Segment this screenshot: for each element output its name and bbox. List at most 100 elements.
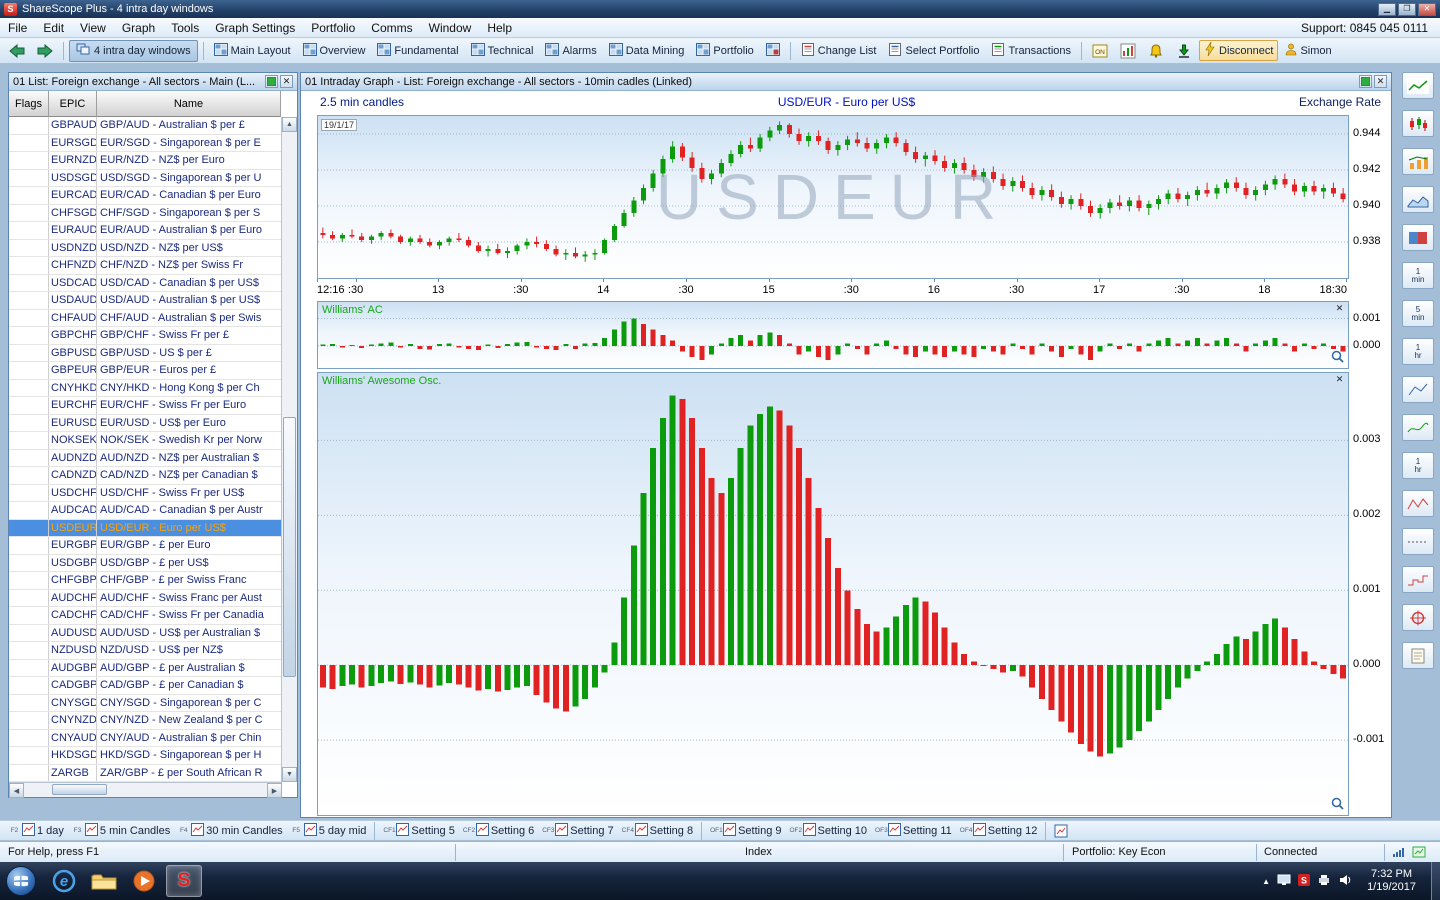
line-study-tool[interactable] <box>1402 376 1434 403</box>
layout-grid-button[interactable] <box>761 40 785 61</box>
list-row[interactable]: USDEUR USD/EUR - Euro per US$ <box>9 519 297 537</box>
intraday-on-button[interactable]: ON <box>1087 40 1113 61</box>
horizontal-scrollbar[interactable]: ◀ ▶ <box>9 782 282 798</box>
transactions-button[interactable]: Transactions <box>986 40 1076 61</box>
list-row[interactable]: CNYAUD CNY/AUD - Australian $ per Chin <box>9 729 297 747</box>
interval-1min-tool[interactable]: 1 min <box>1402 262 1434 289</box>
candlestick-chart[interactable]: USDEUR 19/1/17 <box>317 115 1349 279</box>
candlestick-tool[interactable] <box>1402 110 1434 137</box>
setting-button-6[interactable]: CF2 Setting 6 <box>460 822 537 840</box>
column-header-flags[interactable]: Flags <box>9 91 49 117</box>
setting-button-3[interactable]: F4 30 min Candles <box>175 822 285 840</box>
overview-button[interactable]: Overview <box>298 40 371 61</box>
scrollbar-thumb[interactable] <box>283 417 296 677</box>
setting-button-9[interactable]: OF1 Setting 9 <box>707 822 784 840</box>
setting-button-5[interactable]: CF1 Setting 5 <box>380 822 457 840</box>
close-button[interactable]: ✕ <box>1418 2 1436 16</box>
user-button[interactable]: Simon <box>1280 40 1336 61</box>
list-row[interactable]: GBPAUD GBP/AUD - Australian $ per £ <box>9 117 297 135</box>
list-row[interactable]: EURUSD EUR/USD - US$ per Euro <box>9 414 297 432</box>
list-row[interactable]: ZARGB ZAR/GBP - £ per South African R <box>9 764 297 782</box>
menu-graph[interactable]: Graph <box>114 18 163 37</box>
fundamental-button[interactable]: Fundamental <box>372 40 463 61</box>
setting-button-1[interactable]: F2 1 day <box>6 822 67 840</box>
list-row[interactable]: HKDSGD HKD/SGD - Singaporean $ per H <box>9 747 297 765</box>
menu-graph-settings[interactable]: Graph Settings <box>207 18 303 37</box>
menu-edit[interactable]: Edit <box>35 18 72 37</box>
close-indicator-icon[interactable]: ✕ <box>1334 303 1345 314</box>
sharescope-taskbar-icon[interactable]: S <box>166 865 202 897</box>
list-row[interactable]: AUDNZD AUD/NZD - NZ$ per Australian $ <box>9 449 297 467</box>
list-row[interactable]: CNYNZD CNY/NZD - New Zealand $ per C <box>9 712 297 730</box>
setting-button-2[interactable]: F3 5 min Candles <box>69 822 173 840</box>
setting-button-8[interactable]: CF4 Setting 8 <box>619 822 696 840</box>
list-row[interactable]: AUDUSD AUD/USD - US$ per Australian $ <box>9 624 297 642</box>
list-row[interactable]: USDGBP USD/GBP - £ per US$ <box>9 554 297 572</box>
list-row[interactable]: USDNZD USD/NZD - NZ$ per US$ <box>9 239 297 257</box>
list-row[interactable]: EURSGD EUR/SGD - Singaporean $ per E <box>9 134 297 152</box>
trend-line-tool[interactable] <box>1402 490 1434 517</box>
williams-ac-panel[interactable]: Williams' AC ✕ <box>317 301 1349 369</box>
alarms-button[interactable]: Alarms <box>540 40 601 61</box>
interval-1hr-tool[interactable]: 1 hr <box>1402 338 1434 365</box>
list-row[interactable]: EURGBP EUR/GBP - £ per Euro <box>9 537 297 555</box>
internet-explorer-icon[interactable]: e <box>46 865 82 897</box>
list-row[interactable]: AUDCAD AUD/CAD - Canadian $ per Austr <box>9 502 297 520</box>
price-history-button[interactable] <box>1115 40 1141 61</box>
scroll-left-icon[interactable]: ◀ <box>9 783 24 798</box>
main-layout-button[interactable]: Main Layout <box>209 40 296 61</box>
volume-icon[interactable] <box>1338 874 1352 889</box>
dotted-line-tool[interactable] <box>1402 528 1434 555</box>
layout-link-icon[interactable] <box>265 75 278 88</box>
graph-design-button[interactable] <box>1051 822 1071 840</box>
magnifier-icon[interactable] <box>1331 797 1344 813</box>
list-row[interactable]: CNYSGD CNY/SGD - Singaporean $ per C <box>9 694 297 712</box>
line-chart-tool[interactable] <box>1402 72 1434 99</box>
setting-button-10[interactable]: OF2 Setting 10 <box>787 822 871 840</box>
list-row[interactable]: USDSGD USD/SGD - Singaporean $ per U <box>9 169 297 187</box>
list-row[interactable]: EURNZD EUR/NZD - NZ$ per Euro <box>9 152 297 170</box>
list-row[interactable]: EURAUD EUR/AUD - Australian $ per Euro <box>9 222 297 240</box>
menu-tools[interactable]: Tools <box>163 18 207 37</box>
list-row[interactable]: AUDCHF AUD/CHF - Swiss Franc per Aust <box>9 589 297 607</box>
list-row[interactable]: CADCHF CAD/CHF - Swiss Fr per Canadia <box>9 607 297 625</box>
menu-view[interactable]: View <box>72 18 114 37</box>
show-desktop-button[interactable] <box>1431 862 1440 900</box>
disconnect-button[interactable]: Disconnect <box>1199 40 1279 61</box>
list-row[interactable]: CHFSGD CHF/SGD - Singaporean $ per S <box>9 204 297 222</box>
menu-help[interactable]: Help <box>479 18 520 37</box>
setting-button-7[interactable]: CF3 Setting 7 <box>539 822 616 840</box>
list-row[interactable]: CNYHKD CNY/HKD - Hong Kong $ per Ch <box>9 379 297 397</box>
step-chart-tool[interactable] <box>1402 566 1434 593</box>
hourly-chart-tool[interactable]: 1 hr <box>1402 452 1434 479</box>
list-row[interactable]: USDCHF USD/CHF - Swiss Fr per US$ <box>9 484 297 502</box>
technical-button[interactable]: Technical <box>466 40 539 61</box>
media-player-icon[interactable] <box>126 865 162 897</box>
list-row[interactable]: USDCAD USD/CAD - Canadian $ per US$ <box>9 274 297 292</box>
list-row[interactable]: CHFNZD CHF/NZD - NZ$ per Swiss Fr <box>9 257 297 275</box>
list-row[interactable]: EURCAD EUR/CAD - Canadian $ per Euro <box>9 187 297 205</box>
graph-window-titlebar[interactable]: 01 Intraday Graph - List: Foreign exchan… <box>301 73 1391 91</box>
alarm-button[interactable] <box>1143 40 1169 61</box>
list-row[interactable]: CADGBP CAD/GBP - £ per Canadian $ <box>9 677 297 695</box>
list-row[interactable]: NOKSEK NOK/SEK - Swedish Kr per Norw <box>9 432 297 450</box>
magnifier-icon[interactable] <box>1331 350 1344 366</box>
vertical-scrollbar[interactable]: ▲ ▼ <box>281 117 297 782</box>
export-button[interactable] <box>1171 40 1197 61</box>
menu-comms[interactable]: Comms <box>363 18 420 37</box>
list-row[interactable]: GBPEUR GBP/EUR - Euros per £ <box>9 362 297 380</box>
portfolio-button[interactable]: Portfolio <box>691 40 758 61</box>
list-row[interactable]: EURCHF EUR/CHF - Swiss Fr per Euro <box>9 397 297 415</box>
close-icon[interactable]: ✕ <box>1374 75 1387 88</box>
sharescope-tray-icon[interactable]: S <box>1298 873 1311 889</box>
interval-5min-tool[interactable]: 5 min <box>1402 300 1434 327</box>
column-header-epic[interactable]: EPIC <box>49 91 97 117</box>
forward-button[interactable] <box>32 40 58 61</box>
data-mining-button[interactable]: Data Mining <box>604 40 690 61</box>
printer-tray-icon[interactable] <box>1317 874 1331 889</box>
column-header-name[interactable]: Name <box>97 91 281 117</box>
notes-tool[interactable] <box>1402 642 1434 669</box>
change-list-button[interactable]: Change List <box>796 40 882 61</box>
close-indicator-icon[interactable]: ✕ <box>1334 374 1345 385</box>
scrollbar-thumb[interactable] <box>52 784 107 795</box>
